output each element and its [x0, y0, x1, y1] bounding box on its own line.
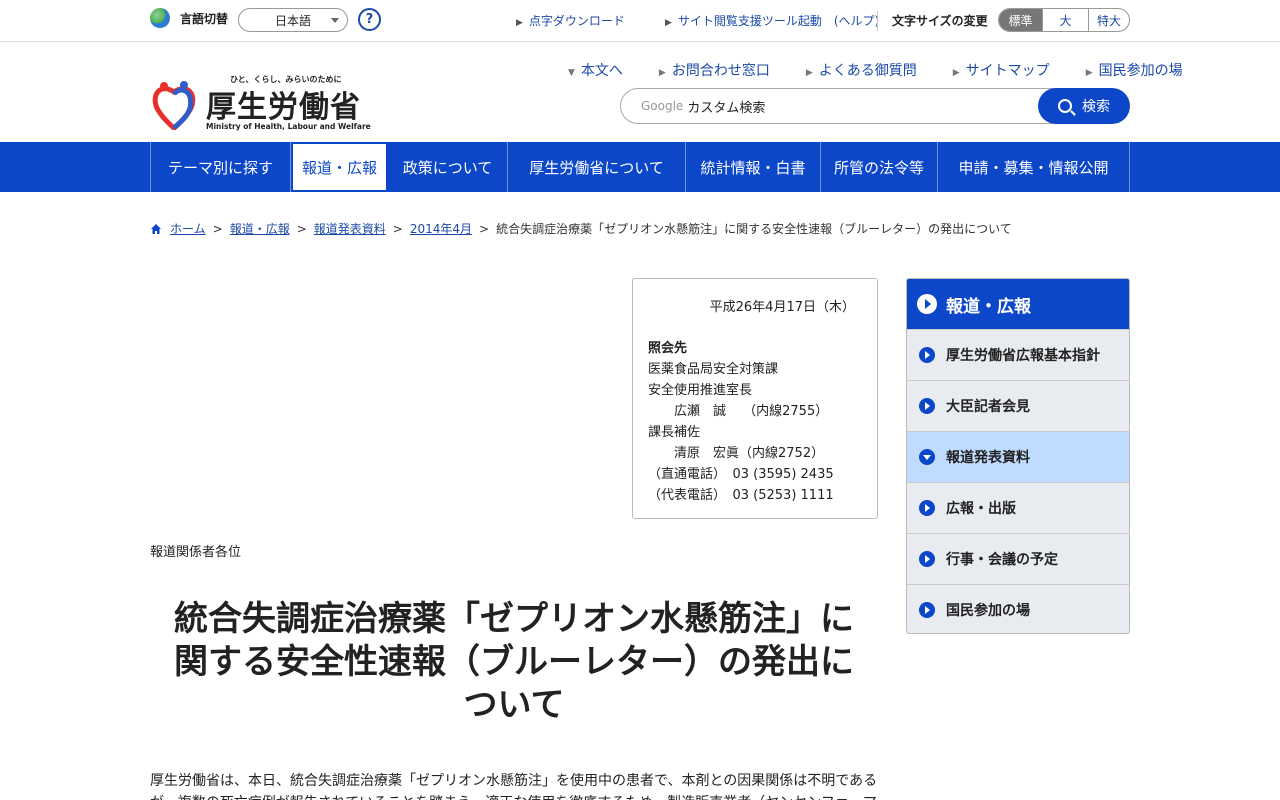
sidebar-item-label: 国民参加の場 — [946, 603, 1030, 619]
breadcrumb-press[interactable]: 報道・広報 — [230, 220, 290, 237]
sitemap-link[interactable]: ▶ サイトマップ — [953, 60, 1068, 80]
language-select[interactable]: 日本語 — [238, 8, 348, 32]
sidebar-item-press-releases[interactable]: 報道発表資料 — [907, 431, 1129, 482]
globe-icon — [150, 8, 170, 28]
logo-english-name: Ministry of Health, Labour and Welfare — [206, 122, 371, 131]
breadcrumb: ホーム > 報道・広報 > 報道発表資料 > 2014年4月 > 統合失調症治療… — [150, 220, 1012, 237]
breadcrumb-separator: > — [296, 221, 307, 236]
search-button-label: 検索 — [1082, 99, 1110, 115]
search-placeholder: カスタム検索 — [687, 100, 766, 116]
participation-link[interactable]: ▶ 国民参加の場 — [1086, 60, 1201, 80]
addressee: 報道関係者各位 — [150, 545, 242, 560]
breadcrumb-press-releases[interactable]: 報道発表資料 — [314, 220, 386, 237]
triangle-icon: ▶ — [952, 68, 960, 78]
page-title: 統合失調症治療薬「ゼプリオン水懸筋注」に 関する安全性速報（ブルーレター）の発出… — [148, 598, 880, 727]
sidebar-item-pr-policy[interactable]: 厚生労働省広報基本指針 — [907, 329, 1129, 380]
logo-name: 厚生労働省 — [206, 90, 361, 125]
font-size-standard-button[interactable]: 標準 — [999, 9, 1042, 31]
utility-links: ▶ 点字ダウンロード ▶ サイト閲覧支援ツール起動 (ヘルプ) — [516, 12, 919, 29]
mhlw-logo-icon — [152, 81, 196, 130]
contact-line: 広瀬 誠 （内線2755） — [648, 404, 829, 419]
chevron-down-icon — [331, 18, 339, 23]
sidebar-item-participation[interactable]: 国民参加の場 — [907, 584, 1129, 633]
sidebar-item-label: 厚生労働省広報基本指針 — [946, 348, 1100, 364]
search-button[interactable]: 検索 — [1038, 88, 1130, 124]
faq-link[interactable]: ▶ よくある御質問 — [806, 60, 935, 80]
sidebar-item-events[interactable]: 行事・会議の予定 — [907, 533, 1129, 584]
triangle-icon: ▶ — [664, 18, 672, 28]
contact-line: 医薬食品局安全対策課 — [648, 362, 779, 377]
breadcrumb-current: 統合失調症治療薬「ゼプリオン水懸筋注」に関する安全性速報（ブルーレター）の発出に… — [496, 222, 1012, 236]
nav-statistics[interactable]: 統計情報・白書 — [686, 142, 821, 192]
contact-line: 安全使用推進室長 — [648, 383, 753, 398]
global-nav: テーマ別に探す 報道・広報 政策について 厚生労働省について 統計情報・白書 所… — [0, 142, 1280, 192]
font-size-large-button[interactable]: 大 — [1042, 9, 1088, 31]
arrow-circle-icon — [919, 500, 935, 516]
contact-line: （直通電話） 03 (3595) 2435 — [648, 467, 834, 482]
nav-press[interactable]: 報道・広報 — [291, 142, 388, 192]
arrow-circle-down-icon — [919, 449, 935, 465]
arrow-circle-icon — [919, 347, 935, 363]
language-select-value: 日本語 — [274, 13, 311, 28]
accessibility-tool-link[interactable]: ▶ サイト閲覧支援ツール起動 (ヘルプ) — [665, 12, 899, 29]
title-line: 統合失調症治療薬「ゼプリオン水懸筋注」に — [174, 599, 854, 639]
contact-line: （代表電話） 03 (5253) 1111 — [648, 488, 834, 503]
release-date: 平成26年4月17日（木） — [709, 300, 855, 315]
title-line: ついて — [463, 685, 565, 725]
braille-download-link[interactable]: ▶ 点字ダウンロード — [516, 12, 645, 29]
home-icon — [151, 223, 161, 234]
nav-policy[interactable]: 政策について — [388, 142, 508, 192]
triangle-icon: ▶ — [805, 68, 813, 78]
breadcrumb-separator: > — [479, 221, 490, 236]
breadcrumb-separator: > — [392, 221, 403, 236]
triangle-icon: ▶ — [1085, 68, 1093, 78]
breadcrumb-separator: > — [212, 221, 223, 236]
nav-laws[interactable]: 所管の法令等 — [821, 142, 938, 192]
sidebar-item-label: 行事・会議の予定 — [946, 552, 1058, 568]
sidebar-item-label: 報道発表資料 — [946, 450, 1030, 466]
contact-line: 清原 宏眞（内線2752） — [648, 446, 825, 461]
font-size-xlarge-button[interactable]: 特大 — [1088, 9, 1129, 31]
sidebar-item-label: 広報・出版 — [946, 501, 1016, 517]
sidebar-heading[interactable]: 報道・広報 — [907, 279, 1129, 329]
divider — [877, 11, 878, 31]
font-size-switcher: 標準 大 特大 — [998, 8, 1130, 32]
language-switcher: 言語切替 日本語 ? — [150, 8, 381, 32]
body-paragraph: 厚生労働省は、本日、統合失調症治療薬「ゼプリオン水懸筋注」を使用中の患者で、本剤… — [150, 773, 878, 800]
triangle-icon: ▶ — [658, 68, 666, 78]
title-line: 関する安全性速報（ブルーレター）の発出に — [174, 642, 854, 682]
site-logo[interactable]: ひと、くらし、みらいのために 厚生労働省 Ministry of Health,… — [150, 74, 371, 134]
nav-theme[interactable]: テーマ別に探す — [151, 142, 291, 192]
header-links: ▼ 本文へ ▶ お問合わせ窓口 ▶ よくある御質問 ▶ サイトマップ ▶ 国民参加の場 — [568, 60, 1219, 80]
arrow-circle-icon — [919, 602, 935, 618]
sidebar: 報道・広報 厚生労働省広報基本指針 大臣記者会見 報道発表資料 広報・出版 行事… — [906, 278, 1130, 634]
language-label: 言語切替 — [180, 11, 229, 26]
skip-to-content-link[interactable]: ▼ 本文へ — [568, 60, 641, 80]
arrow-circle-icon — [917, 294, 937, 314]
contact-link[interactable]: ▶ お問合わせ窓口 — [659, 60, 788, 80]
arrow-circle-icon — [919, 551, 935, 567]
triangle-down-icon: ▼ — [568, 68, 575, 78]
sidebar-item-press-conference[interactable]: 大臣記者会見 — [907, 380, 1129, 431]
site-search: Google カスタム検索 検索 — [620, 88, 1130, 124]
contact-heading: 照会先 — [648, 341, 688, 356]
google-label: Google — [641, 99, 684, 113]
breadcrumb-home[interactable]: ホーム — [170, 220, 206, 237]
sidebar-item-publications[interactable]: 広報・出版 — [907, 482, 1129, 533]
search-input[interactable]: Google カスタム検索 — [620, 88, 1060, 124]
triangle-icon: ▶ — [516, 18, 523, 28]
nav-about[interactable]: 厚生労働省について — [508, 142, 686, 192]
contact-line: 課長補佐 — [648, 425, 701, 440]
arrow-circle-icon — [919, 398, 935, 414]
utility-bar: 言語切替 日本語 ? ▶ 点字ダウンロード ▶ サイト閲覧支援ツール起動 (ヘルプ)… — [0, 0, 1280, 42]
breadcrumb-month[interactable]: 2014年4月 — [410, 220, 472, 237]
help-button[interactable]: ? — [358, 8, 381, 31]
nav-application[interactable]: 申請・募集・情報公開 — [938, 142, 1130, 192]
font-size-label: 文字サイズの変更 — [892, 14, 988, 28]
search-icon — [1058, 99, 1072, 113]
sidebar-item-label: 大臣記者会見 — [946, 399, 1030, 415]
contact-box: 平成26年4月17日（木） 照会先 医薬食品局安全対策課 安全使用推進室長 広瀬… — [632, 278, 878, 519]
